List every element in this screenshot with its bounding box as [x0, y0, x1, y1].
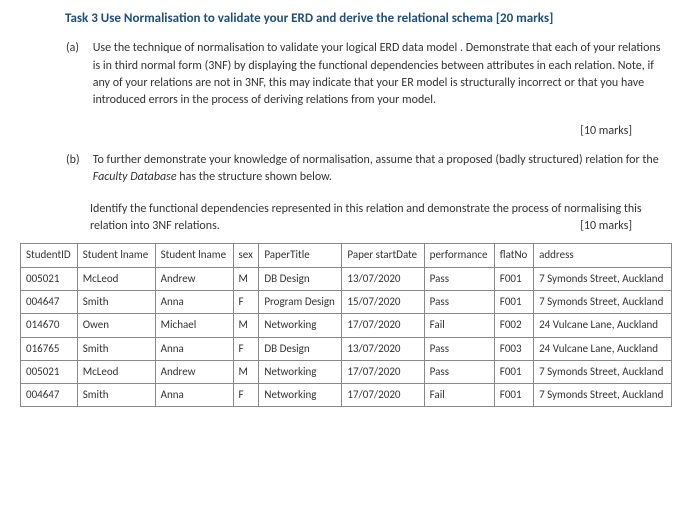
table-cell: 17/07/2020 [342, 314, 424, 337]
table-cell: F [233, 337, 259, 360]
table-cell: Networking [259, 384, 342, 407]
table-header-cell: Student lname [77, 244, 155, 267]
table-cell: 004647 [21, 290, 78, 313]
table-cell: Michael [155, 314, 233, 337]
table-cell: Smith [77, 337, 155, 360]
table-cell: 24 Vulcane Lane, Auckland [534, 314, 672, 337]
table-cell: Anna [155, 337, 233, 360]
table-cell: 016765 [21, 337, 78, 360]
table-cell: McLeod [77, 267, 155, 290]
subtask-b-marks: [10 marks] [580, 218, 632, 235]
table-cell: Pass [424, 337, 494, 360]
table-cell: Anna [155, 384, 233, 407]
table-cell: Fail [424, 314, 494, 337]
table-cell: Owen [77, 314, 155, 337]
task-title: Task 3 Use Normalisation to validate you… [20, 10, 672, 28]
relation-table: StudentIDStudent lnameStudent lnamesexPa… [20, 243, 672, 407]
subtask-b-label: (b) [66, 152, 90, 169]
table-cell: M [233, 314, 259, 337]
subtask-b-part1: To further demonstrate your knowledge of… [93, 153, 659, 167]
table-cell: F003 [494, 337, 533, 360]
subtask-b-text: To further demonstrate your knowledge of… [93, 152, 670, 187]
table-row: 016765SmithAnnaFDB Design13/07/2020PassF… [21, 337, 672, 360]
table-cell: 7 Symonds Street, Auckland [534, 267, 672, 290]
table-cell: Smith [77, 290, 155, 313]
table-cell: Networking [259, 314, 342, 337]
table-cell: Pass [424, 290, 494, 313]
table-cell: 15/07/2020 [342, 290, 424, 313]
subtask-b-para2: Identify the functional dependencies rep… [90, 201, 672, 236]
table-header-cell: flatNo [494, 244, 533, 267]
subtask-b-italic: Faculty Database [93, 170, 177, 184]
subtask-a: (a) Use the technique of normalisation t… [90, 40, 672, 110]
table-cell: Anna [155, 290, 233, 313]
table-cell: 13/07/2020 [342, 337, 424, 360]
table-cell: 005021 [21, 360, 78, 383]
table-cell: F001 [494, 384, 533, 407]
table-cell: 7 Symonds Street, Auckland [534, 384, 672, 407]
table-cell: DB Design [259, 337, 342, 360]
table-cell: Pass [424, 360, 494, 383]
table-cell: M [233, 360, 259, 383]
table-cell: DB Design [259, 267, 342, 290]
table-header-cell: PaperTitle [259, 244, 342, 267]
table-header-cell: sex [233, 244, 259, 267]
table-cell: F001 [494, 267, 533, 290]
table-cell: Pass [424, 267, 494, 290]
table-cell: 004647 [21, 384, 78, 407]
table-cell: F [233, 384, 259, 407]
table-row: 004647SmithAnnaFProgram Design15/07/2020… [21, 290, 672, 313]
table-cell: F001 [494, 360, 533, 383]
table-cell: 17/07/2020 [342, 360, 424, 383]
subtask-a-text: Use the technique of normalisation to va… [93, 40, 670, 110]
subtask-a-label: (a) [66, 40, 90, 57]
table-cell: 7 Symonds Street, Auckland [534, 360, 672, 383]
table-header-cell: Student lname [155, 244, 233, 267]
table-cell: 24 Vulcane Lane, Auckland [534, 337, 672, 360]
table-header-cell: address [534, 244, 672, 267]
table-row: 004647SmithAnnaFNetworking17/07/2020Fail… [21, 384, 672, 407]
table-cell: 7 Symonds Street, Auckland [534, 290, 672, 313]
table-cell: Andrew [155, 360, 233, 383]
table-cell: Networking [259, 360, 342, 383]
table-cell: M [233, 267, 259, 290]
table-header-row: StudentIDStudent lnameStudent lnamesexPa… [21, 244, 672, 267]
table-cell: Program Design [259, 290, 342, 313]
table-header-cell: performance [424, 244, 494, 267]
table-cell: 014670 [21, 314, 78, 337]
table-cell: McLeod [77, 360, 155, 383]
table-cell: 17/07/2020 [342, 384, 424, 407]
table-cell: Fail [424, 384, 494, 407]
table-cell: Smith [77, 384, 155, 407]
table-row: 005021McLeodAndrewMNetworking17/07/2020P… [21, 360, 672, 383]
subtask-a-marks: [10 marks] [20, 124, 632, 138]
table-row: 005021McLeodAndrewMDB Design13/07/2020Pa… [21, 267, 672, 290]
table-cell: Andrew [155, 267, 233, 290]
subtask-b: (b) To further demonstrate your knowledg… [90, 152, 672, 187]
table-cell: 13/07/2020 [342, 267, 424, 290]
table-cell: F [233, 290, 259, 313]
table-header-cell: StudentID [21, 244, 78, 267]
subtask-b-para2-text: Identify the functional dependencies rep… [90, 202, 642, 233]
subtask-b-part2: has the structure shown below. [177, 170, 332, 184]
table-cell: F002 [494, 314, 533, 337]
table-cell: 005021 [21, 267, 78, 290]
table-row: 014670OwenMichaelMNetworking17/07/2020Fa… [21, 314, 672, 337]
table-header-cell: Paper startDate [342, 244, 424, 267]
table-cell: F001 [494, 290, 533, 313]
